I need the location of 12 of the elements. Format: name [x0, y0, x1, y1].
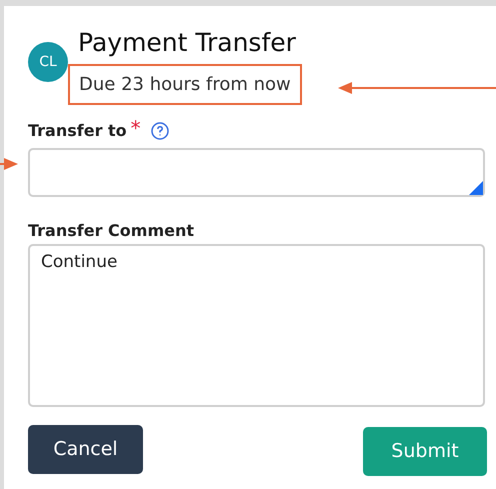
cancel-button[interactable]: Cancel: [28, 425, 143, 474]
page-title: Payment Transfer: [78, 28, 297, 58]
avatar: CL: [28, 42, 68, 82]
comment-field[interactable]: Continue: [28, 244, 485, 407]
field-label: Transfer to: [28, 120, 127, 142]
due-label: Due 23 hours from now: [68, 64, 302, 105]
input-field[interactable]: [28, 148, 485, 197]
resize-icon: [469, 181, 483, 195]
annotation-arrow: [0, 158, 18, 170]
required-mark: *: [130, 118, 141, 138]
field-label: Transfer Comment: [28, 220, 194, 242]
help-icon[interactable]: [150, 122, 169, 140]
